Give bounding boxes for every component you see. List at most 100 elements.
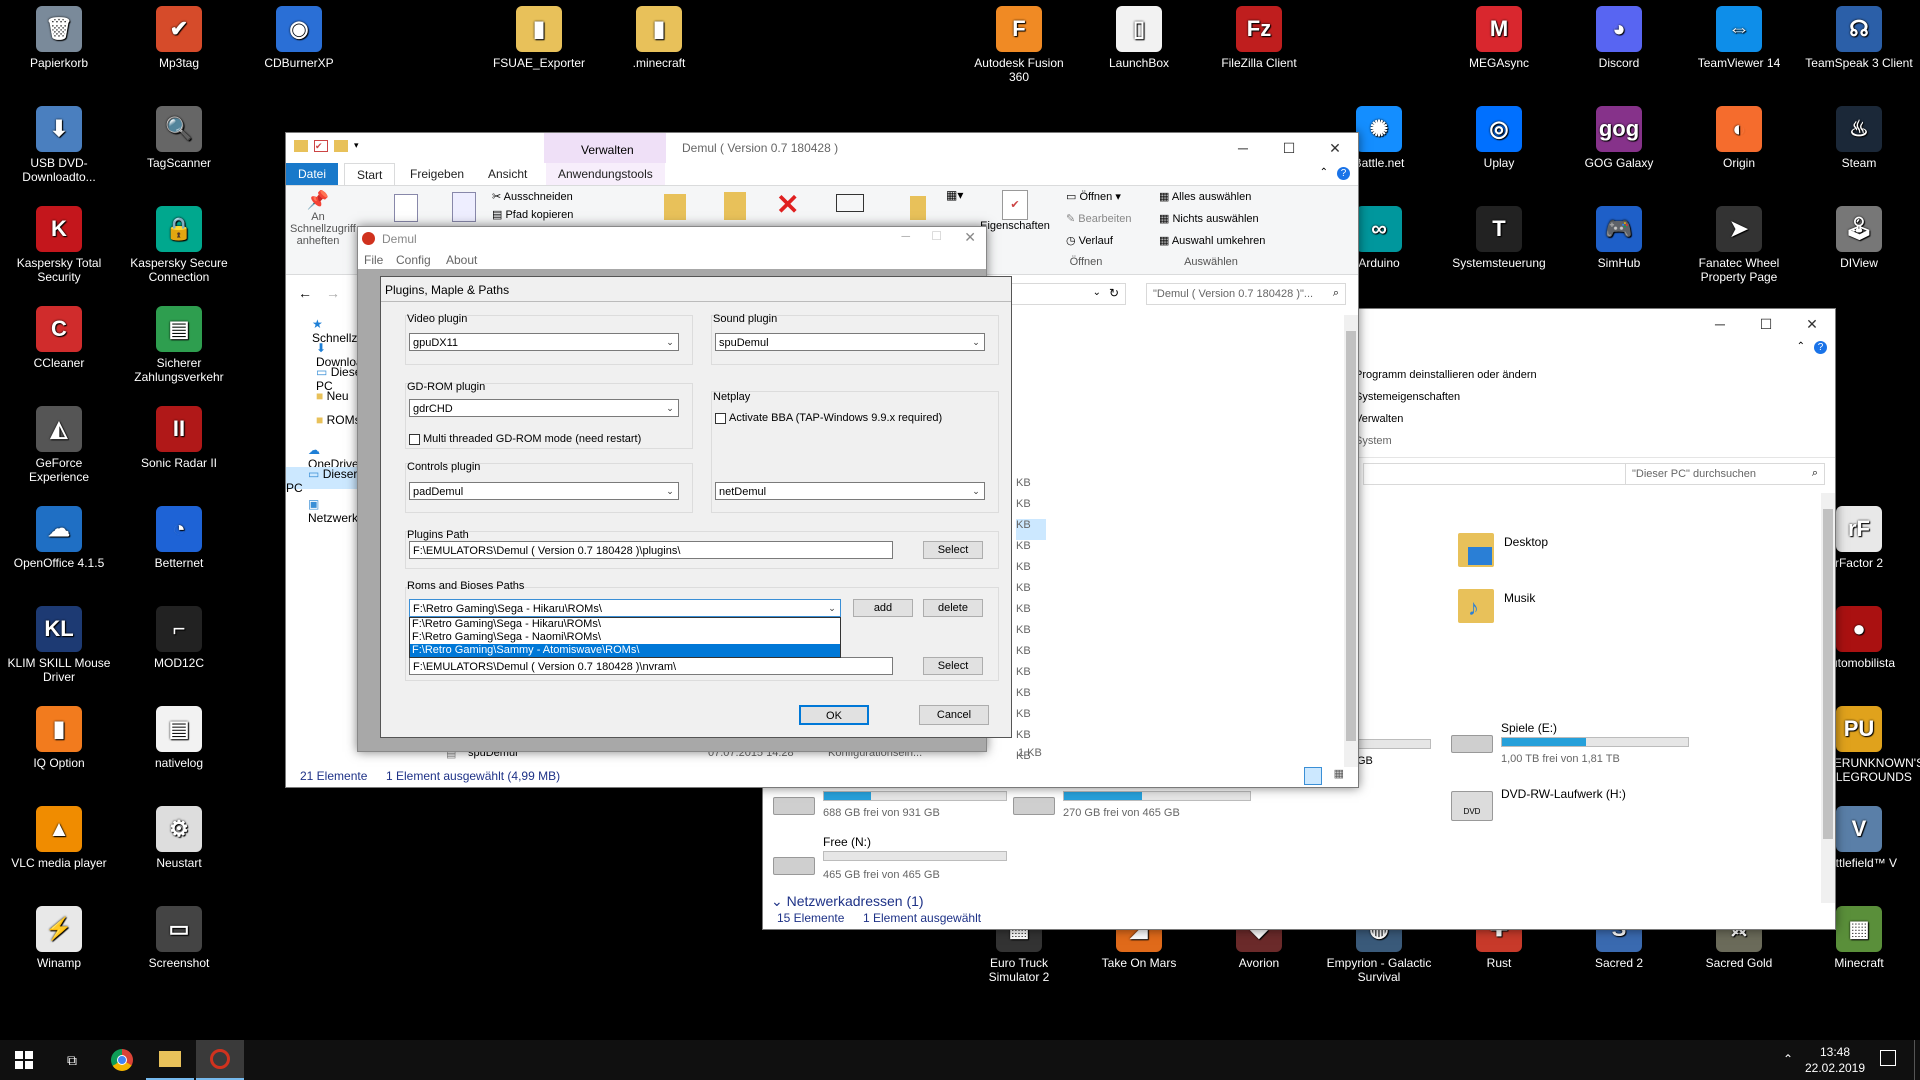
desktop-icon-teamspeak-3-client[interactable]: ☊ TeamSpeak 3 Client: [1804, 6, 1914, 70]
taskbar-file-explorer[interactable]: [146, 1040, 194, 1080]
gdrom-plugin-select[interactable]: gdrCHD ⌄: [409, 399, 679, 417]
move-to-icon[interactable]: [664, 194, 686, 220]
desktop-icon-geforce-experience[interactable]: ◭ GeForce Experience: [4, 406, 114, 484]
tab-freigeben[interactable]: Freigeben: [398, 163, 476, 185]
ok-button[interactable]: OK: [799, 705, 869, 725]
desktop-icon-klim-skill-mouse-driver[interactable]: KL KLIM SKILL Mouse Driver: [4, 606, 114, 684]
desktop-icon-filezilla-client[interactable]: Fz FileZilla Client: [1204, 6, 1314, 70]
desktop-icon-usb-dvd-downloadto[interactable]: ⬇ USB DVD-Downloadto...: [4, 106, 114, 184]
sound-plugin-select[interactable]: spuDemul ⌄: [715, 333, 985, 351]
folder-music[interactable]: ♪ Musik: [1458, 587, 1658, 627]
notification-center-icon[interactable]: [1880, 1050, 1896, 1066]
desktop-icon-launchbox[interactable]: ▯ LaunchBox: [1084, 6, 1194, 70]
nvram-path-input[interactable]: F:\EMULATORS\Demul ( Version 0.7 180428 …: [409, 657, 893, 675]
nav-neu[interactable]: ■ Neu: [316, 389, 349, 403]
vertical-scrollbar[interactable]: [1344, 315, 1358, 767]
new-item-icon[interactable]: ▦▾: [946, 188, 963, 202]
desktop-icon-megasync[interactable]: M MEGAsync: [1444, 6, 1554, 70]
roms-path-option[interactable]: F:\Retro Gaming\Sega - Hikaru\ROMs\: [410, 618, 840, 631]
desktop-icon-discord[interactable]: ◕ Discord: [1564, 6, 1674, 70]
system-properties-item[interactable]: Systemeigenschaften: [1355, 391, 1537, 413]
menu-about[interactable]: About: [446, 253, 477, 267]
desktop-icon-mod12c[interactable]: ⌐ MOD12C: [124, 606, 234, 670]
delete-icon[interactable]: ✕: [776, 188, 799, 221]
desktop-icon-minecraft[interactable]: ▮ .minecraft: [604, 6, 714, 70]
address-bar[interactable]: ⌄ ↻: [1006, 283, 1126, 305]
maximize-button[interactable]: ☐: [931, 229, 942, 243]
roms-paths-select[interactable]: F:\Retro Gaming\Sega - Hikaru\ROMs\ ⌄: [409, 599, 841, 617]
pin-button[interactable]: 📌 An Schnellzugriff anheften: [290, 190, 356, 247]
plugins-path-select-button[interactable]: Select: [923, 541, 983, 559]
roms-path-option[interactable]: F:\Retro Gaming\Sega - Naomi\ROMs\: [410, 631, 840, 644]
uninstall-program-item[interactable]: Programm deinstallieren oder ändern: [1355, 369, 1537, 391]
task-view-button[interactable]: ⧉: [48, 1040, 96, 1080]
nav-this-pc[interactable]: ▭ Dieser PC: [286, 467, 366, 495]
tab-ansicht[interactable]: Ansicht: [476, 163, 539, 185]
delete-button[interactable]: delete: [923, 599, 983, 617]
select-none-button[interactable]: ▦ Nichts auswählen: [1159, 212, 1259, 225]
help-icon[interactable]: ?: [1814, 341, 1827, 354]
desktop-icon-vlc-media-player[interactable]: ▲ VLC media player: [4, 806, 114, 870]
maximize-button[interactable]: ☐: [1266, 133, 1312, 163]
desktop-icon-openoffice-4-1-5[interactable]: ☁ OpenOffice 4.1.5: [4, 506, 114, 570]
properties-icon[interactable]: ✔: [314, 140, 328, 152]
network-section-header[interactable]: ⌄ Netzwerkadressen (1): [771, 893, 924, 910]
desktop-icon-fanatec-wheel-property-page[interactable]: ➤ Fanatec Wheel Property Page: [1684, 206, 1794, 284]
desktop-icon-origin[interactable]: ◐ Origin: [1684, 106, 1794, 170]
add-button[interactable]: add: [853, 599, 913, 617]
desktop-icon-systemsteuerung[interactable]: T Systemsteuerung: [1444, 206, 1554, 270]
desktop-icon-mp3tag[interactable]: ✔ Mp3tag: [124, 6, 234, 70]
details-view-icon[interactable]: [1304, 767, 1322, 785]
search-input[interactable]: "Demul ( Version 0.7 180428 )"... ⌕: [1146, 283, 1346, 305]
drive-dvd-h[interactable]: DVD DVD-RW-Laufwerk (H:): [1451, 785, 1701, 835]
maximize-button[interactable]: ☐: [1743, 309, 1789, 339]
manage-item[interactable]: Verwalten: [1355, 413, 1537, 435]
collapse-ribbon-icon[interactable]: ⌃: [1797, 341, 1805, 352]
desktop-icon-neustart[interactable]: ⚙ Neustart: [124, 806, 234, 870]
minimize-button[interactable]: ─: [1697, 309, 1743, 339]
cut-button[interactable]: ✂ Ausschneiden: [492, 190, 573, 203]
desktop-icon-cdburnerxp[interactable]: ◉ CDBurnerXP: [244, 6, 354, 70]
open-button[interactable]: ▭ Öffnen ▾: [1066, 190, 1121, 203]
multithread-checkbox[interactable]: [409, 434, 420, 445]
taskbar-chrome[interactable]: [98, 1040, 146, 1080]
desktop-icon-tagscanner[interactable]: 🔍 TagScanner: [124, 106, 234, 170]
folder-desktop[interactable]: Desktop: [1458, 531, 1658, 571]
nvram-path-select-button[interactable]: Select: [923, 657, 983, 675]
show-desktop-button[interactable]: [1914, 1040, 1920, 1080]
plugins-path-input[interactable]: F:\EMULATORS\Demul ( Version 0.7 180428 …: [409, 541, 893, 559]
menu-file[interactable]: File: [364, 253, 383, 267]
start-button[interactable]: [0, 1040, 48, 1080]
drive-i[interactable]: 270 GB frei von 465 GB: [1013, 781, 1263, 831]
taskbar-demul[interactable]: [196, 1040, 244, 1080]
copy-to-icon[interactable]: [724, 192, 746, 220]
close-button[interactable]: ✕: [964, 229, 976, 246]
desktop-icon-nativelog[interactable]: ▤ nativelog: [124, 706, 234, 770]
activate-bba-checkbox[interactable]: [715, 413, 726, 424]
copy-path-button[interactable]: ▤ Pfad kopieren: [492, 208, 573, 221]
invert-selection-button[interactable]: ▦ Auswahl umkehren: [1159, 234, 1265, 247]
tab-start[interactable]: Start: [344, 163, 396, 186]
search-input[interactable]: "Dieser PC" durchsuchen ⌕: [1625, 463, 1825, 485]
desktop-icon-simhub[interactable]: 🎮 SimHub: [1564, 206, 1674, 270]
desktop-icon-winamp[interactable]: ⚡ Winamp: [4, 906, 114, 970]
tab-datei[interactable]: Datei: [286, 163, 339, 185]
desktop-icon-kaspersky-total-security[interactable]: K Kaspersky Total Security: [4, 206, 114, 284]
desktop-icon-iq-option[interactable]: ▮ IQ Option: [4, 706, 114, 770]
desktop-icon-screenshot[interactable]: ▭ Screenshot: [124, 906, 234, 970]
desktop-icon-autodesk-fusion-360[interactable]: F Autodesk Fusion 360: [964, 6, 1074, 84]
minimize-button[interactable]: ─: [901, 229, 910, 243]
customize-toolbar-icon[interactable]: ▾: [354, 140, 359, 152]
new-folder-button-icon[interactable]: [910, 196, 926, 220]
desktop-icon-gog-galaxy[interactable]: gog GOG Galaxy: [1564, 106, 1674, 170]
dropdown-icon[interactable]: ⌄: [1093, 287, 1101, 298]
show-hidden-icons-chevron-icon[interactable]: ⌃: [1783, 1052, 1793, 1066]
collapse-ribbon-icon[interactable]: ⌃: [1320, 167, 1328, 178]
copy-icon[interactable]: [394, 194, 418, 222]
rename-icon[interactable]: [836, 194, 864, 212]
video-plugin-select[interactable]: gpuDX11 ⌄: [409, 333, 679, 351]
edit-button[interactable]: ✎ Bearbeiten: [1066, 212, 1132, 225]
desktop-icon-sicherer-zahlungsverkehr[interactable]: ▤ Sicherer Zahlungsverkehr: [124, 306, 234, 384]
cancel-button[interactable]: Cancel: [919, 705, 989, 725]
desktop-icon-kaspersky-secure-connection[interactable]: 🔒 Kaspersky Secure Connection: [124, 206, 234, 284]
